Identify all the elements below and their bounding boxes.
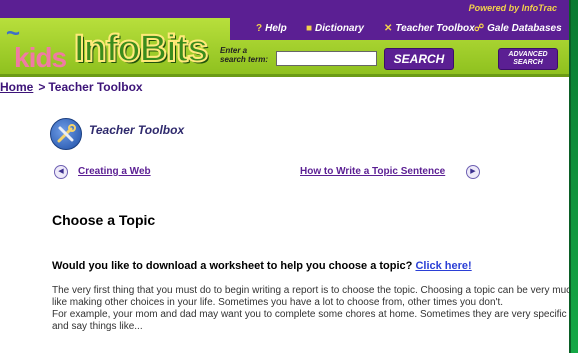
toolbox-heading: Teacher Toolbox — [89, 123, 185, 137]
logo-kids-text: kids — [14, 42, 67, 73]
body-paragraph: The very first thing that you must do to… — [52, 285, 571, 332]
next-topic-link[interactable]: How to Write a Topic Sentence — [300, 166, 445, 177]
advanced-search-line2: SEARCH — [513, 59, 543, 66]
header-top-bar: Powered by InfoTrac — [0, 0, 569, 18]
prev-arrow-icon[interactable]: ◀ — [54, 165, 68, 179]
search-label-line2: search term: — [220, 55, 269, 64]
search-label-line1: Enter a — [220, 46, 248, 55]
toolbox-tools-icon — [50, 118, 82, 150]
help-link[interactable]: ? Help — [256, 23, 287, 34]
breadcrumb: Home > Teacher Toolbox — [0, 80, 143, 94]
site-header: Powered by InfoTrac ? Help ■ Dictionary ✕ T… — [0, 0, 569, 80]
advanced-search-line1: ADVANCED — [508, 51, 548, 58]
gale-databases-label: Gale Databases — [487, 23, 562, 34]
window-edge-band — [571, 0, 578, 353]
section-title: Choose a Topic — [52, 212, 156, 228]
teacher-toolbox-link[interactable]: ✕ Teacher Toolbox — [384, 23, 475, 34]
breadcrumb-separator: > — [38, 80, 46, 94]
worksheet-question: Would you like to download a worksheet t… — [52, 260, 472, 272]
header-divider — [0, 74, 569, 77]
page: Powered by InfoTrac ? Help ■ Dictionary ✕ T… — [0, 0, 571, 353]
search-input[interactable] — [276, 51, 377, 66]
help-label: Help — [265, 23, 287, 34]
dictionary-label: Dictionary — [315, 23, 364, 34]
book-icon: ■ — [306, 23, 313, 34]
dictionary-link[interactable]: ■ Dictionary — [306, 23, 364, 34]
powered-by-label: Powered by InfoTrac — [468, 3, 557, 13]
gale-databases-link[interactable]: ☍ Gale Databases — [474, 23, 562, 34]
next-arrow-icon[interactable]: ▶ — [466, 165, 480, 179]
advanced-search-button[interactable]: ADVANCED SEARCH — [498, 48, 558, 70]
logo-infobits-text: InfoBits — [73, 27, 209, 71]
kids-infobits-logo[interactable]: ~ kids InfoBits — [4, 20, 214, 74]
tools-icon: ✕ — [384, 23, 393, 34]
teacher-toolbox-label: Teacher Toolbox — [395, 23, 475, 34]
worksheet-download-link[interactable]: Click here! — [415, 260, 471, 272]
search-button[interactable]: SEARCH — [384, 48, 454, 70]
search-label: Enter a search term: — [220, 46, 268, 64]
link-icon: ☍ — [474, 23, 485, 34]
breadcrumb-current: Teacher Toolbox — [48, 80, 143, 94]
worksheet-question-text: Would you like to download a worksheet t… — [52, 260, 413, 272]
help-icon: ? — [256, 23, 263, 34]
breadcrumb-home-link[interactable]: Home — [0, 80, 33, 94]
prev-topic-link[interactable]: Creating a Web — [78, 166, 151, 177]
